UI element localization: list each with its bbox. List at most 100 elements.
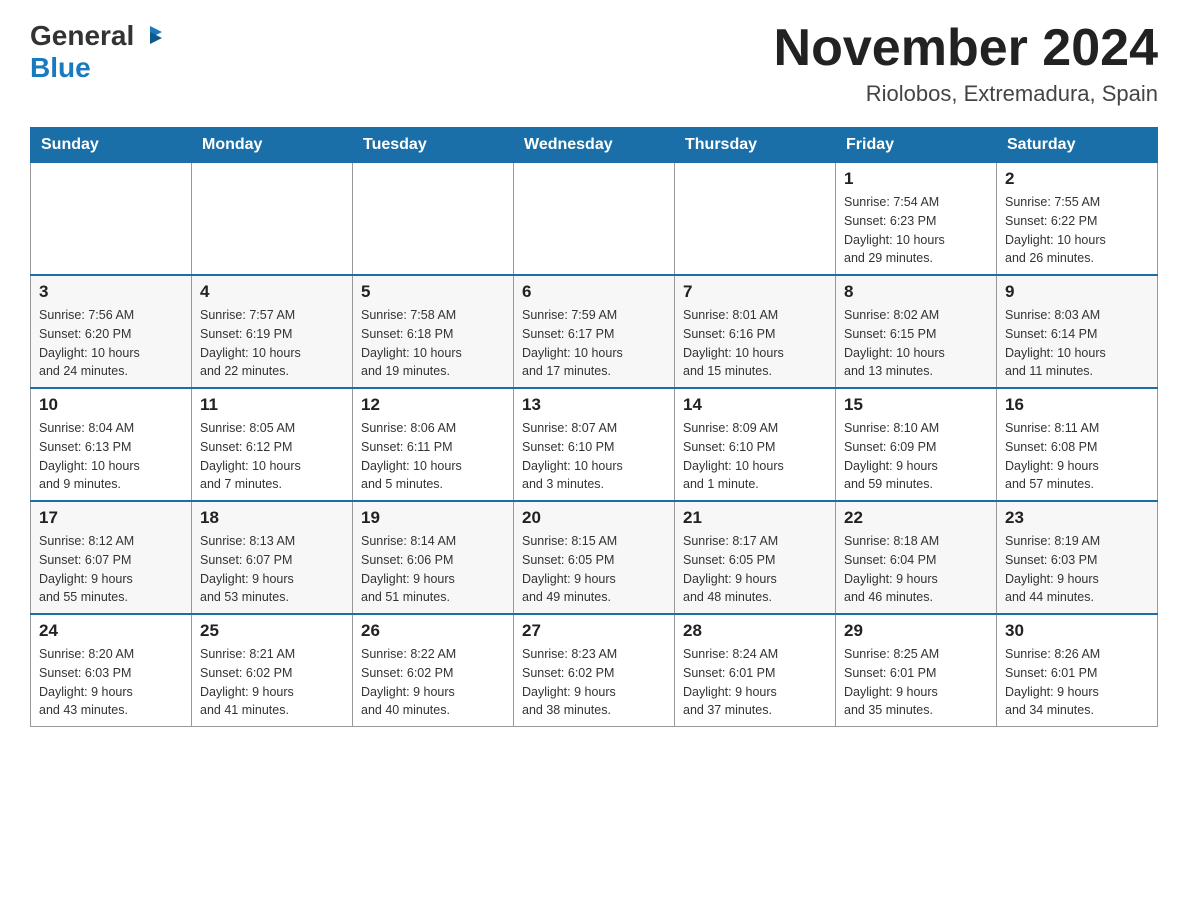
- day-sun-info: Sunrise: 8:15 AMSunset: 6:05 PMDaylight:…: [522, 532, 666, 607]
- day-sun-info: Sunrise: 8:09 AMSunset: 6:10 PMDaylight:…: [683, 419, 827, 494]
- logo: General Blue: [30, 20, 166, 84]
- day-sun-info: Sunrise: 8:06 AMSunset: 6:11 PMDaylight:…: [361, 419, 505, 494]
- calendar-week-row: 17 Sunrise: 8:12 AMSunset: 6:07 PMDayligh…: [31, 501, 1158, 614]
- weekday-header-wednesday: Wednesday: [514, 128, 675, 163]
- day-sun-info: Sunrise: 7:58 AMSunset: 6:18 PMDaylight:…: [361, 306, 505, 381]
- day-sun-info: Sunrise: 8:18 AMSunset: 6:04 PMDaylight:…: [844, 532, 988, 607]
- calendar-table: SundayMondayTuesdayWednesdayThursdayFrid…: [30, 127, 1158, 727]
- calendar-cell: [353, 163, 514, 276]
- day-sun-info: Sunrise: 8:10 AMSunset: 6:09 PMDaylight:…: [844, 419, 988, 494]
- day-sun-info: Sunrise: 8:11 AMSunset: 6:08 PMDaylight:…: [1005, 419, 1149, 494]
- day-sun-info: Sunrise: 7:56 AMSunset: 6:20 PMDaylight:…: [39, 306, 183, 381]
- calendar-cell: [675, 163, 836, 276]
- calendar-cell: 15 Sunrise: 8:10 AMSunset: 6:09 PMDayligh…: [836, 388, 997, 501]
- day-number: 15: [844, 395, 988, 415]
- day-number: 28: [683, 621, 827, 641]
- day-sun-info: Sunrise: 8:12 AMSunset: 6:07 PMDaylight:…: [39, 532, 183, 607]
- calendar-week-row: 10 Sunrise: 8:04 AMSunset: 6:13 PMDayligh…: [31, 388, 1158, 501]
- calendar-cell: 19Sunrise: 8:14 AMSunset: 6:06 PMDayligh…: [353, 501, 514, 614]
- calendar-cell: 27 Sunrise: 8:23 AMSunset: 6:02 PMDayligh…: [514, 614, 675, 727]
- calendar-week-row: 3 Sunrise: 7:56 AMSunset: 6:20 PMDaylight…: [31, 275, 1158, 388]
- calendar-cell: 12 Sunrise: 8:06 AMSunset: 6:11 PMDayligh…: [353, 388, 514, 501]
- day-number: 27: [522, 621, 666, 641]
- weekday-header-monday: Monday: [192, 128, 353, 163]
- weekday-header-friday: Friday: [836, 128, 997, 163]
- calendar-cell: 4 Sunrise: 7:57 AMSunset: 6:19 PMDaylight…: [192, 275, 353, 388]
- day-sun-info: Sunrise: 8:20 AMSunset: 6:03 PMDaylight:…: [39, 645, 183, 720]
- calendar-cell: 22Sunrise: 8:18 AMSunset: 6:04 PMDayligh…: [836, 501, 997, 614]
- logo-flag-icon: [136, 22, 164, 50]
- day-sun-info: Sunrise: 8:22 AMSunset: 6:02 PMDaylight:…: [361, 645, 505, 720]
- day-sun-info: Sunrise: 8:19 AMSunset: 6:03 PMDaylight:…: [1005, 532, 1149, 607]
- calendar-cell: 26 Sunrise: 8:22 AMSunset: 6:02 PMDayligh…: [353, 614, 514, 727]
- logo-text-general: General: [30, 20, 134, 52]
- day-sun-info: Sunrise: 8:13 AMSunset: 6:07 PMDaylight:…: [200, 532, 344, 607]
- day-sun-info: Sunrise: 8:01 AMSunset: 6:16 PMDaylight:…: [683, 306, 827, 381]
- day-number: 7: [683, 282, 827, 302]
- calendar-week-row: 24Sunrise: 8:20 AMSunset: 6:03 PMDayligh…: [31, 614, 1158, 727]
- calendar-cell: 2 Sunrise: 7:55 AMSunset: 6:22 PMDaylight…: [997, 163, 1158, 276]
- weekday-header-sunday: Sunday: [31, 128, 192, 163]
- day-number: 25: [200, 621, 344, 641]
- calendar-cell: [192, 163, 353, 276]
- day-sun-info: Sunrise: 7:55 AMSunset: 6:22 PMDaylight:…: [1005, 193, 1149, 268]
- day-number: 26: [361, 621, 505, 641]
- day-number: 17: [39, 508, 183, 528]
- calendar-cell: 5 Sunrise: 7:58 AMSunset: 6:18 PMDaylight…: [353, 275, 514, 388]
- calendar-cell: 28 Sunrise: 8:24 AMSunset: 6:01 PMDayligh…: [675, 614, 836, 727]
- day-number: 9: [1005, 282, 1149, 302]
- calendar-cell: 1 Sunrise: 7:54 AMSunset: 6:23 PMDaylight…: [836, 163, 997, 276]
- calendar-cell: 23Sunrise: 8:19 AMSunset: 6:03 PMDayligh…: [997, 501, 1158, 614]
- day-number: 21: [683, 508, 827, 528]
- day-sun-info: Sunrise: 8:21 AMSunset: 6:02 PMDaylight:…: [200, 645, 344, 720]
- day-number: 8: [844, 282, 988, 302]
- calendar-cell: 29Sunrise: 8:25 AMSunset: 6:01 PMDayligh…: [836, 614, 997, 727]
- calendar-cell: [514, 163, 675, 276]
- calendar-cell: 16 Sunrise: 8:11 AMSunset: 6:08 PMDayligh…: [997, 388, 1158, 501]
- day-sun-info: Sunrise: 8:26 AMSunset: 6:01 PMDaylight:…: [1005, 645, 1149, 720]
- page-title: November 2024: [774, 20, 1158, 77]
- page-header: General Blue November 2024 Riolobos, Ext…: [30, 20, 1158, 107]
- day-sun-info: Sunrise: 7:59 AMSunset: 6:17 PMDaylight:…: [522, 306, 666, 381]
- calendar-cell: 13Sunrise: 8:07 AMSunset: 6:10 PMDayligh…: [514, 388, 675, 501]
- calendar-cell: 30Sunrise: 8:26 AMSunset: 6:01 PMDayligh…: [997, 614, 1158, 727]
- day-sun-info: Sunrise: 8:02 AMSunset: 6:15 PMDaylight:…: [844, 306, 988, 381]
- day-sun-info: Sunrise: 8:07 AMSunset: 6:10 PMDaylight:…: [522, 419, 666, 494]
- logo-text-blue: Blue: [30, 52, 91, 83]
- day-number: 1: [844, 169, 988, 189]
- day-sun-info: Sunrise: 7:57 AMSunset: 6:19 PMDaylight:…: [200, 306, 344, 381]
- day-number: 19: [361, 508, 505, 528]
- day-sun-info: Sunrise: 8:25 AMSunset: 6:01 PMDaylight:…: [844, 645, 988, 720]
- day-number: 20: [522, 508, 666, 528]
- calendar-cell: 6 Sunrise: 7:59 AMSunset: 6:17 PMDaylight…: [514, 275, 675, 388]
- day-sun-info: Sunrise: 8:23 AMSunset: 6:02 PMDaylight:…: [522, 645, 666, 720]
- day-sun-info: Sunrise: 8:05 AMSunset: 6:12 PMDaylight:…: [200, 419, 344, 494]
- calendar-cell: 21 Sunrise: 8:17 AMSunset: 6:05 PMDayligh…: [675, 501, 836, 614]
- calendar-cell: 3 Sunrise: 7:56 AMSunset: 6:20 PMDaylight…: [31, 275, 192, 388]
- day-number: 18: [200, 508, 344, 528]
- day-number: 12: [361, 395, 505, 415]
- day-number: 2: [1005, 169, 1149, 189]
- calendar-cell: 24Sunrise: 8:20 AMSunset: 6:03 PMDayligh…: [31, 614, 192, 727]
- calendar-header-row: SundayMondayTuesdayWednesdayThursdayFrid…: [31, 128, 1158, 163]
- day-number: 5: [361, 282, 505, 302]
- day-number: 6: [522, 282, 666, 302]
- title-area: November 2024 Riolobos, Extremadura, Spa…: [774, 20, 1158, 107]
- day-number: 10: [39, 395, 183, 415]
- weekday-header-tuesday: Tuesday: [353, 128, 514, 163]
- calendar-cell: 18 Sunrise: 8:13 AMSunset: 6:07 PMDayligh…: [192, 501, 353, 614]
- day-sun-info: Sunrise: 8:04 AMSunset: 6:13 PMDaylight:…: [39, 419, 183, 494]
- day-number: 11: [200, 395, 344, 415]
- day-number: 14: [683, 395, 827, 415]
- calendar-cell: 10 Sunrise: 8:04 AMSunset: 6:13 PMDayligh…: [31, 388, 192, 501]
- day-sun-info: Sunrise: 7:54 AMSunset: 6:23 PMDaylight:…: [844, 193, 988, 268]
- day-sun-info: Sunrise: 8:24 AMSunset: 6:01 PMDaylight:…: [683, 645, 827, 720]
- calendar-cell: 7 Sunrise: 8:01 AMSunset: 6:16 PMDaylight…: [675, 275, 836, 388]
- calendar-cell: 11 Sunrise: 8:05 AMSunset: 6:12 PMDayligh…: [192, 388, 353, 501]
- day-sun-info: Sunrise: 8:17 AMSunset: 6:05 PMDaylight:…: [683, 532, 827, 607]
- day-number: 16: [1005, 395, 1149, 415]
- calendar-cell: 14 Sunrise: 8:09 AMSunset: 6:10 PMDayligh…: [675, 388, 836, 501]
- day-number: 4: [200, 282, 344, 302]
- day-number: 3: [39, 282, 183, 302]
- calendar-cell: 20 Sunrise: 8:15 AMSunset: 6:05 PMDayligh…: [514, 501, 675, 614]
